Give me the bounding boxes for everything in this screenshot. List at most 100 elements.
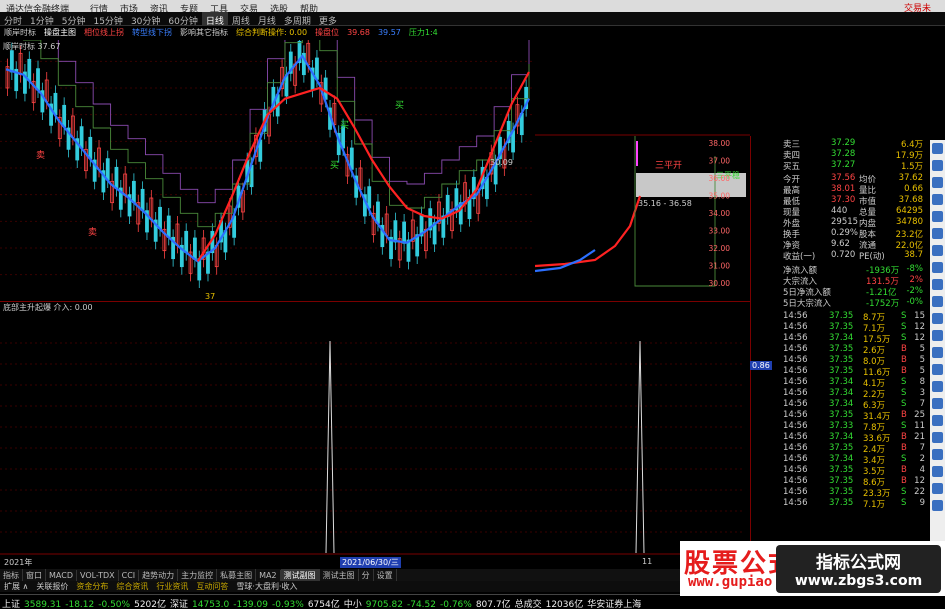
period-button[interactable]: 15分钟 — [89, 12, 126, 25]
period-button[interactable]: 30分钟 — [127, 12, 164, 25]
tick-count: 3 — [919, 388, 925, 398]
period-button[interactable]: 60分钟 — [164, 12, 201, 25]
lower-indicator-chart[interactable]: 1.000.900.800.700.600.500.400.300.200.10 — [0, 313, 778, 557]
y-tick-label: 33.00 — [709, 227, 731, 236]
date-tick: 2021年 — [4, 558, 33, 567]
side-tool-icon[interactable] — [932, 245, 943, 256]
status-item: 5202亿 — [134, 600, 166, 609]
indicator-tab[interactable]: MA2 — [256, 570, 281, 581]
tick-count: 7 — [919, 443, 925, 453]
candle-body — [131, 180, 136, 204]
side-tool-icon[interactable] — [932, 279, 943, 290]
tick-count: 12 — [914, 322, 925, 332]
side-tool-icon[interactable] — [932, 313, 943, 324]
side-tool-icon[interactable] — [932, 500, 943, 511]
period-button[interactable]: 日线 — [201, 12, 228, 25]
menu-item[interactable]: 交易 — [234, 1, 264, 12]
period-button[interactable]: 5分钟 — [58, 12, 90, 25]
menu-item[interactable]: 选股 — [264, 1, 294, 12]
tick-time: 14:56 — [783, 377, 808, 387]
period-button[interactable]: 更多 — [315, 12, 341, 25]
side-tool-icon[interactable] — [932, 211, 943, 222]
side-tool-icon[interactable] — [932, 483, 943, 494]
tick-count: 12 — [914, 476, 925, 486]
indicator-tab[interactable]: 测试主图 — [320, 569, 359, 581]
menu-item[interactable]: 资讯 — [144, 1, 174, 12]
candle-body — [88, 136, 93, 160]
tick-time: 14:56 — [783, 388, 808, 398]
extension-tab[interactable]: 扩展 ∧ — [0, 581, 32, 592]
indicator-tab[interactable]: 窗口 — [23, 569, 46, 581]
tick-direction: B — [901, 443, 907, 453]
y-tick-label: 38.00 — [709, 139, 731, 148]
lower-indicator-svg: 1.000.900.800.700.600.500.400.300.200.10 — [0, 313, 778, 557]
app-title: 通达信金融终端 — [6, 5, 70, 12]
side-tool-icon[interactable] — [932, 177, 943, 188]
indicator-tab[interactable]: VOL-TDX — [77, 570, 119, 581]
extension-tab[interactable]: 行业资讯 — [152, 581, 192, 592]
status-item: 6754亿 — [307, 600, 340, 609]
tick-time: 14:56 — [783, 333, 808, 343]
side-tool-icon[interactable] — [932, 449, 943, 460]
candle-body — [315, 57, 319, 80]
status-item: 华安证券上海 — [587, 600, 642, 609]
side-tool-icon[interactable] — [932, 381, 943, 392]
chart-extension-svg: 38.00 37.00 36.00 35.00 34.00 33.00 32.00 31.00… — [534, 136, 731, 288]
menu-item[interactable]: 行情 — [84, 1, 114, 12]
side-tool-icon[interactable] — [932, 262, 943, 273]
indicator-tab[interactable]: CCI — [119, 570, 140, 581]
indicator-tab[interactable]: 分 — [359, 569, 374, 581]
indicator-tab[interactable]: 趋势动力 — [139, 569, 179, 581]
tick-price: 37.35 — [829, 410, 854, 420]
period-button[interactable]: 1分钟 — [26, 12, 58, 25]
indicator-tab[interactable]: MACD — [46, 570, 77, 581]
overlay-svg — [535, 134, 750, 136]
side-tool-icon[interactable] — [932, 347, 943, 358]
extension-tab[interactable]: 资金分布 — [72, 581, 112, 592]
period-button[interactable]: 分时 — [0, 12, 26, 25]
extension-tab[interactable]: 关联报价 — [32, 581, 72, 592]
kline-chart[interactable]: 顺岸时标 37.6737买买买买卖卖30.09 — [0, 40, 535, 300]
period-button[interactable]: 多周期 — [280, 12, 315, 25]
buy-signal-label: 买 — [340, 120, 349, 131]
tick-price: 37.35 — [829, 366, 854, 376]
side-tool-icon[interactable] — [932, 194, 943, 205]
side-tool-icon[interactable] — [932, 415, 943, 426]
side-tool-icon[interactable] — [932, 398, 943, 409]
indicator-tab[interactable]: 私募主图 — [217, 569, 257, 581]
lower-bg — [0, 313, 750, 557]
y-tick-label: 30.00 — [709, 279, 731, 288]
indicator-tab[interactable]: 指标 — [0, 569, 23, 581]
sell-signal-label: 卖 — [88, 227, 97, 238]
tick-price: 37.34 — [829, 377, 854, 387]
indicator-tab[interactable]: 主力监控 — [178, 569, 218, 581]
period-button[interactable]: 月线 — [254, 12, 280, 25]
menu-item[interactable]: 市场 — [114, 1, 144, 12]
side-tool-icon[interactable] — [932, 160, 943, 171]
tick-direction: S — [901, 399, 907, 409]
menu-item[interactable]: 专题 — [174, 1, 204, 12]
indicator-tab[interactable]: 设置 — [374, 569, 397, 581]
period-button[interactable]: 周线 — [228, 12, 254, 25]
side-tool-icon[interactable] — [932, 296, 943, 307]
side-tool-icon[interactable] — [932, 432, 943, 443]
side-tool-icon[interactable] — [932, 330, 943, 341]
side-tool-icon[interactable] — [932, 466, 943, 477]
side-tool-icon[interactable] — [932, 143, 943, 154]
candle-body — [105, 158, 110, 181]
side-tool-icon[interactable] — [932, 228, 943, 239]
indicator-legend-item: 转型线下拐 — [132, 28, 172, 37]
menu-item[interactable]: 工具 — [204, 1, 234, 12]
extension-tab[interactable]: 综合资讯 — [112, 581, 152, 592]
tick-direction: S — [901, 454, 907, 464]
candle-body — [393, 220, 398, 243]
tick-price: 37.34 — [829, 399, 854, 409]
tick-direction: B — [901, 410, 907, 420]
extension-tab[interactable]: 雪球·大盘利·收入 — [232, 581, 301, 592]
tick-count: 11 — [914, 421, 925, 431]
trade-status[interactable]: 交易未 — [898, 0, 937, 12]
side-tool-icon[interactable] — [932, 364, 943, 375]
indicator-tab[interactable]: 测试副图 — [280, 569, 320, 581]
extension-tab[interactable]: 互动问答 — [192, 581, 232, 592]
menu-item[interactable]: 帮助 — [294, 1, 324, 12]
